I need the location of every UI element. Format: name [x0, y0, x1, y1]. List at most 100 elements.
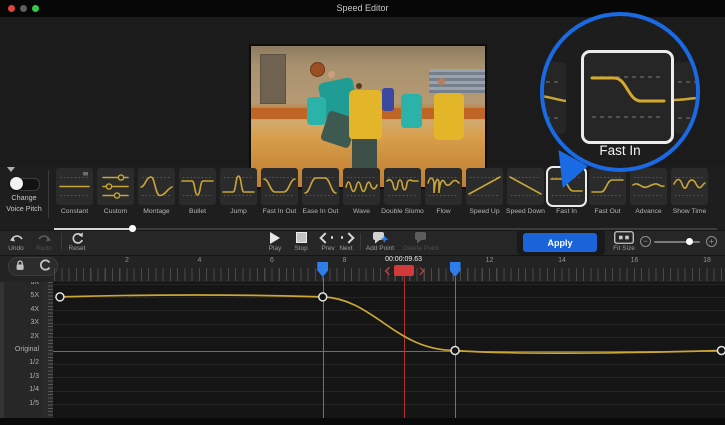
undo-button[interactable]: Undo — [2, 231, 30, 252]
lock-icon[interactable] — [15, 258, 25, 276]
preset-thumbnail[interactable] — [671, 168, 708, 205]
next-icon — [334, 231, 358, 244]
speed-axis-label: 1/4 — [0, 386, 39, 393]
preset-thumbnail[interactable] — [261, 168, 298, 205]
ruler-number: 4 — [192, 257, 208, 264]
ruler-number: 2 — [119, 257, 135, 264]
basketball — [310, 62, 325, 77]
player-figure — [434, 93, 464, 141]
add-point-button[interactable]: Add Point — [362, 231, 398, 252]
ruler-number: 18 — [699, 257, 715, 264]
speed-axis-label: Original — [0, 346, 39, 353]
toggle-knob — [10, 177, 23, 190]
preset-scrollbar-thumb[interactable] — [129, 225, 136, 232]
zoom-slider-track[interactable] — [654, 241, 700, 243]
reset-icon — [62, 231, 92, 244]
gridline — [53, 297, 725, 298]
preset-constant[interactable]: Constant — [54, 168, 95, 205]
preset-jump[interactable]: Jump — [218, 168, 259, 205]
ruler-number: 6 — [264, 257, 280, 264]
preset-thumbnail[interactable] — [220, 168, 257, 205]
preset-fast-in-out[interactable]: Fast In Out — [259, 168, 300, 205]
redo-button[interactable]: Redo — [30, 231, 58, 252]
gridline — [53, 351, 725, 352]
preset-thumbnail[interactable] — [56, 168, 93, 205]
callout-preset-thumbnail — [581, 50, 674, 144]
speed-axis: 6X5X4X3X2XOriginal1/21/31/41/5 — [0, 282, 43, 418]
speed-curve-plot[interactable] — [53, 282, 725, 418]
callout-label: Fast In — [544, 143, 696, 158]
apply-button[interactable]: Apply — [523, 233, 597, 252]
redo-icon — [30, 231, 58, 244]
speed-axis-label: 4X — [0, 306, 39, 313]
play-button[interactable]: Play — [262, 231, 288, 252]
player-figure — [307, 97, 326, 125]
preset-montage[interactable]: Montage — [136, 168, 177, 205]
preset-show-time[interactable]: Show Time — [669, 168, 710, 205]
reset-button[interactable]: Reset — [62, 231, 92, 252]
zoom-out-icon[interactable]: − — [640, 236, 651, 247]
gym-window — [260, 54, 285, 104]
preset-label: Show Time — [661, 208, 718, 215]
zoom-slider-thumb[interactable] — [686, 238, 693, 245]
voice-pitch-toggle[interactable] — [11, 178, 40, 191]
preset-thumbnail[interactable] — [384, 168, 421, 205]
ruler-number: 10 — [409, 265, 425, 272]
player-figure — [328, 71, 335, 78]
preset-flow[interactable]: Flow — [423, 168, 464, 205]
player-figure — [382, 88, 394, 111]
preset-wave[interactable]: Wave — [341, 168, 382, 205]
add-point-icon — [362, 231, 398, 244]
ruler-number: 8 — [337, 257, 353, 264]
preset-custom[interactable]: Custom — [95, 168, 136, 205]
speed-axis-label: 1/3 — [0, 373, 39, 380]
player-figure — [401, 94, 422, 128]
gridline — [53, 284, 725, 285]
preset-thumbnail[interactable] — [179, 168, 216, 205]
preset-double-slomo[interactable]: Double Slomo — [382, 168, 423, 205]
loop-icon[interactable] — [38, 258, 51, 276]
collapse-panel-icon[interactable] — [7, 167, 15, 172]
bottom-bar — [0, 418, 725, 425]
speed-editor-window: Speed Editor — [0, 0, 725, 425]
gridline — [53, 310, 725, 311]
preset-advance[interactable]: Advance — [628, 168, 669, 205]
ruler-number: 12 — [482, 257, 498, 264]
stop-button[interactable]: Stop — [288, 231, 314, 252]
preset-zoom-callout: Fast In — [540, 12, 700, 172]
preset-speed-up[interactable]: Speed Up — [464, 168, 505, 205]
preset-ease-in-out[interactable]: Ease In Out — [300, 168, 341, 205]
ruler-number: 16 — [627, 257, 643, 264]
ruler-tools — [8, 257, 58, 276]
speed-axis-label: 1/5 — [0, 400, 39, 407]
player-figure — [356, 83, 362, 89]
keyframe-line — [455, 277, 456, 418]
gridline — [53, 377, 725, 378]
gridline — [53, 337, 725, 338]
voice-pitch-label-2: Voice Pitch — [0, 204, 48, 213]
preset-thumbnail[interactable] — [507, 168, 544, 205]
stop-icon — [288, 231, 314, 244]
delete-point-button[interactable]: Delete Point — [400, 231, 442, 252]
next-button[interactable]: Next — [334, 231, 358, 252]
preset-thumbnail[interactable] — [138, 168, 175, 205]
preset-thumbnail[interactable] — [589, 168, 626, 205]
preset-fast-out[interactable]: Fast Out — [587, 168, 628, 205]
preset-bullet[interactable]: Bullet — [177, 168, 218, 205]
preset-thumbnail[interactable] — [630, 168, 667, 205]
voice-pitch-label-1: Change — [0, 193, 48, 202]
ruler-number: 14 — [554, 257, 570, 264]
keyframe-line — [323, 277, 324, 418]
zoom-in-icon[interactable]: + — [706, 236, 717, 247]
preset-thumbnail[interactable] — [343, 168, 380, 205]
gridline — [53, 364, 725, 365]
playhead-line — [404, 276, 405, 418]
fit-size-button[interactable]: Fit Size — [613, 231, 635, 252]
preset-thumbnail[interactable] — [466, 168, 503, 205]
speed-axis-label: 1/2 — [0, 359, 39, 366]
preset-thumbnail[interactable] — [302, 168, 339, 205]
preset-thumbnail[interactable] — [97, 168, 134, 205]
preset-speed-down[interactable]: Speed Down — [505, 168, 546, 205]
preset-thumbnail[interactable] — [425, 168, 462, 205]
play-icon — [262, 231, 288, 244]
